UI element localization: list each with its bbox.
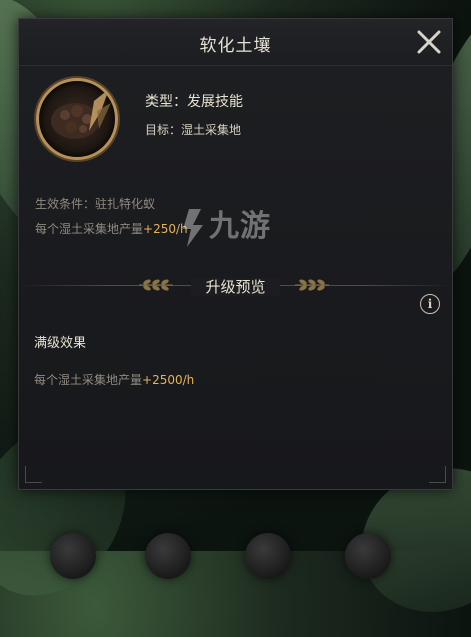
watermark-text: 九游 [209, 209, 271, 244]
max-effect-title: 满级效果 [34, 336, 87, 351]
dialog-header: 软化土壤 [19, 19, 452, 66]
watermark-logo-icon [183, 208, 203, 247]
dialog-title: 软化土壤 [199, 36, 272, 56]
info-button[interactable]: i [420, 294, 440, 314]
skill-type: 类型：发展技能 [145, 94, 243, 110]
soil-skill-icon [36, 78, 118, 160]
background-orb [345, 533, 391, 579]
max-yield-value: +2500/h [142, 373, 195, 387]
max-yield: 每个湿土采集地产量+2500/h [34, 371, 194, 388]
skill-detail-dialog: 软化土壤 类型：发展技能 目标：湿土采集地 生效条件：驻扎特化蚁 每个湿土采集地… [18, 18, 453, 490]
close-button[interactable] [414, 27, 444, 57]
max-yield-label: 每个湿土采集地产量 [34, 373, 143, 387]
current-yield: 每个湿土采集地产量+250/h [35, 220, 188, 237]
upgrade-preview-label: 升级预览 [191, 278, 280, 296]
background-orb [145, 533, 191, 579]
watermark: 九游 [179, 201, 271, 249]
upgrade-preview-title: 升级预览 [19, 276, 452, 297]
info-icon: i [427, 297, 433, 311]
corner-ornament [429, 466, 446, 483]
background-orb [245, 533, 291, 579]
close-icon [417, 30, 441, 54]
skill-target: 目标：湿土采集地 [145, 123, 242, 137]
current-yield-label: 每个湿土采集地产量 [35, 222, 144, 236]
wheat-ornament-icon [295, 279, 329, 291]
background-orb [50, 533, 96, 579]
effect-condition: 生效条件：驻扎特化蚁 [35, 197, 156, 211]
corner-ornament [25, 466, 42, 483]
